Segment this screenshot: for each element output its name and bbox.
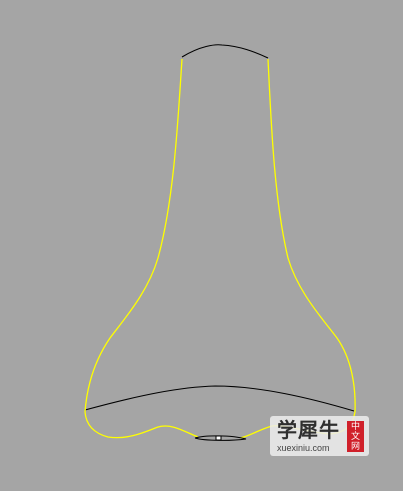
right-profile-curve[interactable] xyxy=(239,58,356,439)
left-profile-curve[interactable] xyxy=(84,58,199,439)
watermark-title: 学犀牛 xyxy=(277,418,340,442)
watermark-logo: 学犀牛 xuexiniu.com 中 文 网 xyxy=(270,416,369,456)
watermark-url: xuexiniu.com xyxy=(277,443,330,453)
top-section-curve[interactable] xyxy=(181,44,269,59)
watermark-badge: 中 文 网 xyxy=(347,421,364,452)
middle-section-curve[interactable] xyxy=(84,385,355,412)
watermark-badge-char: 中 xyxy=(350,422,360,432)
modeling-viewport[interactable]: 学犀牛 xuexiniu.com 中 文 网 xyxy=(0,0,403,491)
watermark-badge-char: 网 xyxy=(350,442,360,452)
watermark-badge-char: 文 xyxy=(350,432,360,442)
control-point-handle[interactable] xyxy=(215,435,222,441)
